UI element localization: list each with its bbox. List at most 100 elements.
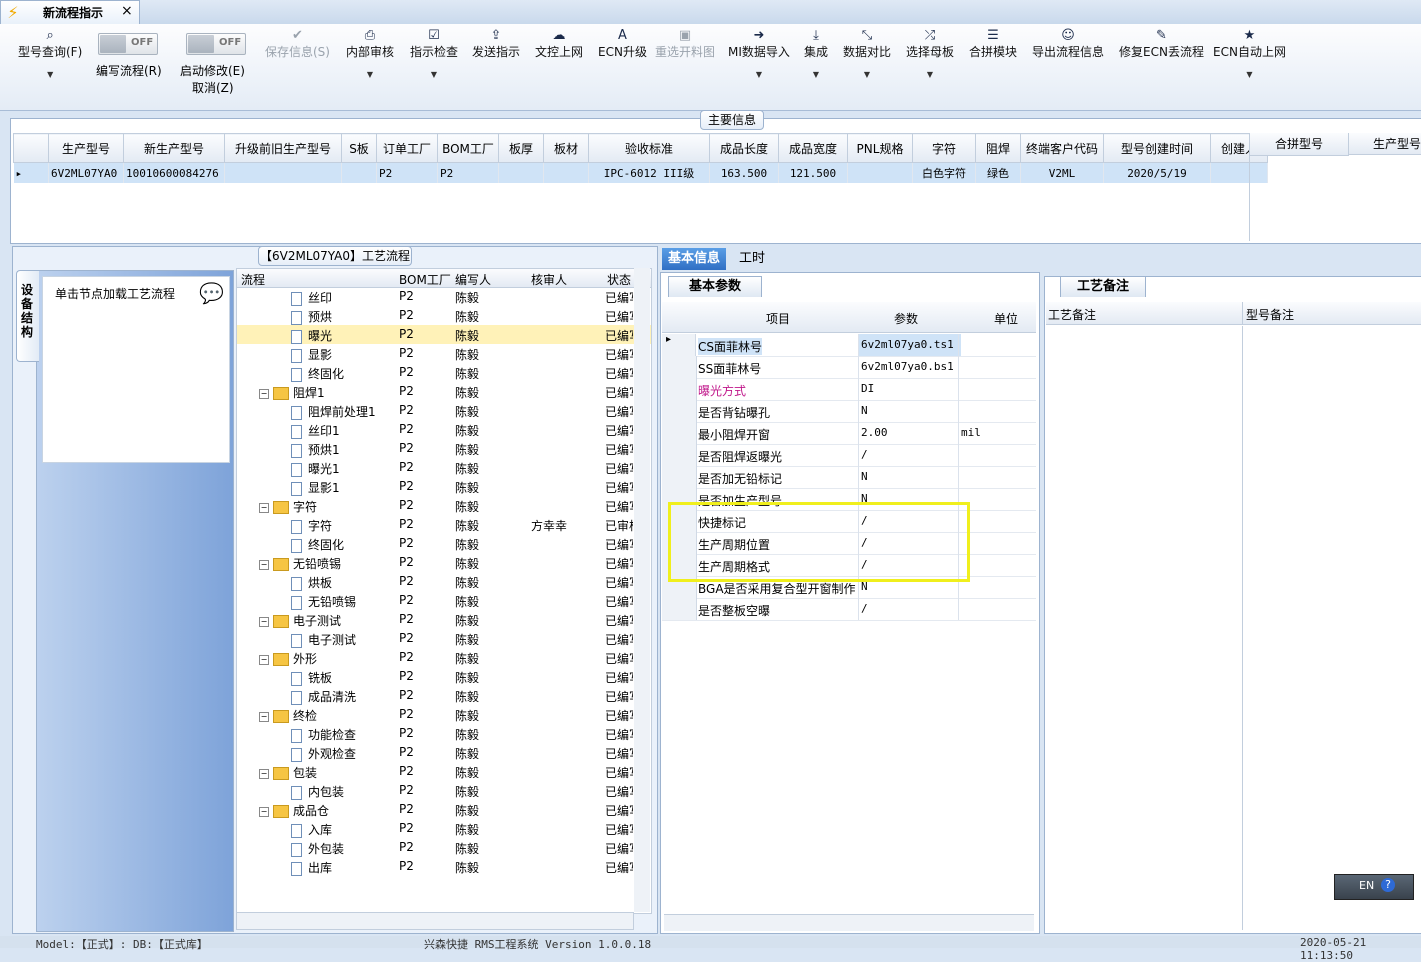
send-instruction-button[interactable]: ⇪ 发送指示 (472, 28, 520, 60)
tab-process-notes[interactable]: 工艺备注 (1060, 276, 1146, 297)
expand-icon[interactable]: − (259, 806, 269, 817)
tab-basic-info[interactable]: 基本信息 (662, 248, 726, 270)
param-row[interactable]: SS面菲林号 6v2ml07ya0.bs1 (662, 356, 1036, 379)
tree-row[interactable]: − 包装 P2 陈毅 已编写 (237, 762, 651, 781)
param-row[interactable]: 最小阻焊开窗 2.00 mil (662, 422, 1036, 445)
equipment-structure-tab[interactable]: 设备结构 (16, 270, 39, 362)
tree-row[interactable]: 终固化 P2 陈毅 已编写 (237, 534, 651, 553)
param-value[interactable]: DI (858, 378, 961, 400)
control-upload-button[interactable]: ☁ 文控上网 (535, 28, 583, 60)
edit-flow-toggle[interactable]: OFF (98, 33, 158, 55)
process-notes-area[interactable] (1046, 326, 1243, 930)
tree-horizontal-scrollbar[interactable] (236, 912, 634, 930)
param-row[interactable]: 曝光方式 DI (662, 378, 1036, 401)
tree-row[interactable]: 烘板 P2 陈毅 已编写 (237, 572, 651, 591)
param-value[interactable]: N (858, 466, 961, 488)
param-row[interactable]: 是否整板空曝 / (662, 598, 1036, 621)
tab-work-hours[interactable]: 工时 (732, 248, 772, 270)
tree-row[interactable]: 功能检查 P2 陈毅 已编写 (237, 724, 651, 743)
param-value[interactable]: 2.00 (858, 422, 961, 444)
column-header[interactable]: 终端客户代码 (1020, 133, 1104, 163)
param-row[interactable]: 是否阻焊返曝光 / (662, 444, 1036, 467)
column-header[interactable]: BOM工厂 (437, 133, 499, 163)
column-header[interactable]: 生产型号 (48, 133, 124, 163)
instruction-check-button[interactable]: ☑ 指示检查 ▼ (410, 28, 458, 80)
param-row[interactable]: ▸ CS面菲林号 6v2ml07ya0.ts1 (662, 334, 1036, 357)
param-value[interactable]: / (858, 444, 961, 466)
column-header[interactable]: 新生产型号 (123, 133, 225, 163)
cancel-button[interactable]: 取消(Z) (192, 79, 234, 96)
param-row[interactable]: 是否加无铅标记 N (662, 466, 1036, 489)
tree-row[interactable]: − 成品仓 P2 陈毅 已编写 (237, 800, 651, 819)
tree-row[interactable]: 外观检查 P2 陈毅 已编写 (237, 743, 651, 762)
merge-module-button[interactable]: ☰ 合拼模块 (969, 28, 1017, 60)
column-header[interactable]: 订单工厂 (376, 133, 438, 163)
tree-row[interactable]: − 终检 P2 陈毅 已编写 (237, 705, 651, 724)
tree-row[interactable]: − 阻焊1 P2 陈毅 已编写 (237, 382, 651, 401)
column-header[interactable]: 阻焊 (975, 133, 1021, 163)
model-query-button[interactable]: ⌕ 型号查询(F) ▼ (18, 28, 82, 80)
tree-row[interactable]: 曝光1 P2 陈毅 已编写 (237, 458, 651, 477)
tree-row[interactable]: 铣板 P2 陈毅 已编写 (237, 667, 651, 686)
params-horizontal-scrollbar[interactable] (664, 914, 1034, 931)
param-value[interactable]: / (858, 598, 961, 620)
tree-row[interactable]: 终固化 P2 陈毅 已编写 (237, 363, 651, 382)
reselect-material-button[interactable]: ▣ 重选开料图 (655, 28, 715, 60)
tree-row[interactable]: 丝印 P2 陈毅 已编写 (237, 287, 651, 306)
tree-row[interactable]: 成品清洗 P2 陈毅 已编写 (237, 686, 651, 705)
column-header[interactable]: 验收标准 (588, 133, 710, 163)
tree-row[interactable]: − 无铅喷锡 P2 陈毅 已编写 (237, 553, 651, 572)
tree-row[interactable]: 曝光 P2 陈毅 已编写 (237, 325, 651, 344)
column-header[interactable]: 板厚 (498, 133, 544, 163)
expand-icon[interactable]: − (259, 388, 269, 399)
param-row[interactable]: 是否背钻曝孔 N (662, 400, 1036, 423)
tree-row[interactable]: 入库 P2 陈毅 已编写 (237, 819, 651, 838)
column-header[interactable]: 成品宽度 (778, 133, 848, 163)
document-tab[interactable]: ⚡ 新流程指示 × (0, 0, 140, 25)
mi-import-button[interactable]: ➜ MI数据导入 ▼ (728, 28, 790, 80)
tree-row[interactable]: − 电子测试 P2 陈毅 已编写 (237, 610, 651, 629)
expand-icon[interactable]: − (259, 616, 269, 627)
expand-icon[interactable]: − (259, 768, 269, 779)
tree-row[interactable]: − 外形 P2 陈毅 已编写 (237, 648, 651, 667)
param-value[interactable]: 6v2ml07ya0.ts1 (858, 334, 961, 356)
tree-vertical-scrollbar[interactable] (634, 268, 650, 912)
tree-row[interactable]: 显影 P2 陈毅 已编写 (237, 344, 651, 363)
column-header[interactable]: S板 (341, 133, 377, 163)
tree-row[interactable]: 阻焊前处理1 P2 陈毅 已编写 (237, 401, 651, 420)
expand-icon[interactable]: − (259, 654, 269, 665)
start-modify-toggle[interactable]: OFF (186, 33, 246, 55)
data-compare-button[interactable]: ⤡ 数据对比 ▼ (843, 28, 891, 80)
column-header[interactable]: 成品长度 (709, 133, 779, 163)
help-icon[interactable]: ? (1381, 878, 1395, 892)
internal-review-button[interactable]: ⎙ 内部审核 ▼ (346, 28, 394, 80)
tree-row[interactable]: 显影1 P2 陈毅 已编写 (237, 477, 651, 496)
tree-row[interactable]: 丝印1 P2 陈毅 已编写 (237, 420, 651, 439)
tree-row[interactable]: − 字符 P2 陈毅 已编写 (237, 496, 651, 515)
tab-basic-params[interactable]: 基本参数 (668, 276, 762, 297)
expand-icon[interactable]: − (259, 559, 269, 570)
tree-row[interactable]: 预烘1 P2 陈毅 已编写 (237, 439, 651, 458)
ecn-auto-button[interactable]: ★ ECN自动上网 ▼ (1213, 28, 1286, 80)
tree-row[interactable]: 预烘 P2 陈毅 已编写 (237, 306, 651, 325)
table-row[interactable]: ▸ 6V2ML07YA0 10010600084276 P2 P2 IPC-6012 I… (13, 162, 1268, 183)
tree-row[interactable]: 内包装 P2 陈毅 已编写 (237, 781, 651, 800)
column-header[interactable]: 板材 (543, 133, 589, 163)
save-info-button[interactable]: ✔ 保存信息(S) (265, 28, 330, 60)
expand-icon[interactable]: − (259, 711, 269, 722)
export-flow-button[interactable]: ☺ 导出流程信息 (1032, 28, 1104, 60)
ecn-upgrade-button[interactable]: A ECN升级 (598, 28, 647, 60)
tree-row[interactable]: 字符 P2 陈毅 方幸幸 已审核 (237, 515, 651, 534)
language-bar[interactable]: EN ? (1334, 874, 1414, 900)
tab-close-icon[interactable]: × (121, 3, 133, 19)
column-header[interactable]: 字符 (912, 133, 976, 163)
tree-row[interactable]: 出库 P2 陈毅 已编写 (237, 857, 651, 876)
tree-row[interactable]: 电子测试 P2 陈毅 已编写 (237, 629, 651, 648)
fix-ecn-button[interactable]: ✎ 修复ECN丢流程 (1119, 28, 1204, 60)
param-value[interactable]: N (858, 400, 961, 422)
tree-row[interactable]: 无铅喷锡 P2 陈毅 已编写 (237, 591, 651, 610)
column-header[interactable]: 升级前旧生产型号 (224, 133, 342, 163)
tree-row[interactable]: 外包装 P2 陈毅 已编写 (237, 838, 651, 857)
param-value[interactable]: 6v2ml07ya0.bs1 (858, 356, 961, 378)
select-master-button[interactable]: ⤮ 选择母板 ▼ (906, 28, 954, 80)
